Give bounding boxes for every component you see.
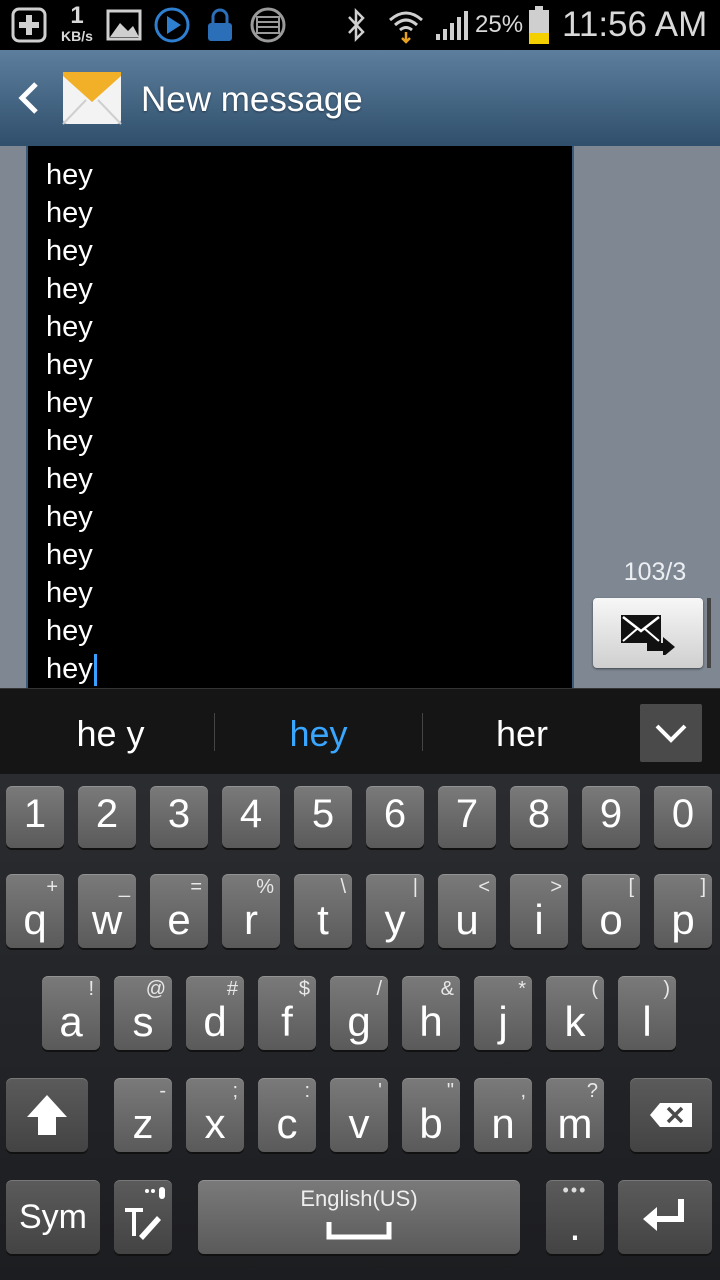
key-k[interactable]: (k — [546, 976, 604, 1050]
key-2[interactable]: 2 — [78, 786, 136, 848]
key-i[interactable]: > i — [510, 874, 568, 948]
text-line: hey — [46, 159, 93, 191]
text-input-mode-icon — [125, 1187, 165, 1240]
key-o[interactable]: [o — [582, 874, 640, 948]
key-v[interactable]: ' v — [330, 1078, 388, 1152]
key-l[interactable]: ) l — [618, 976, 676, 1050]
text-line: hey — [46, 463, 93, 495]
key-p[interactable]: ] p — [654, 874, 712, 948]
text-line: hey — [46, 273, 93, 305]
text-line: hey — [46, 387, 93, 419]
key-t[interactable]: \ t — [294, 874, 352, 948]
shift-key[interactable] — [6, 1078, 88, 1152]
key-j[interactable]: * j — [474, 976, 532, 1050]
enter-key[interactable] — [618, 1180, 712, 1254]
key-e[interactable]: = e — [150, 874, 208, 948]
send-mms-icon — [621, 615, 675, 655]
key-b[interactable]: " b — [402, 1078, 460, 1152]
suggestion-left[interactable]: he y — [8, 689, 213, 775]
period-key[interactable]: ••• . — [546, 1180, 604, 1254]
key-4[interactable]: 4 — [222, 786, 280, 848]
shift-arrow-icon — [27, 1095, 67, 1135]
battery-icon — [526, 6, 552, 44]
backspace-icon — [650, 1103, 692, 1127]
key-9[interactable]: 9 — [582, 786, 640, 848]
text-line: hey — [46, 653, 93, 685]
chevron-down-icon — [655, 724, 687, 743]
enter-icon — [643, 1199, 684, 1231]
back-arrow-icon[interactable] — [14, 80, 44, 116]
key-6[interactable]: 6 — [366, 786, 424, 848]
key-y[interactable]: | y — [366, 874, 424, 948]
key-q[interactable]: + q — [6, 874, 64, 948]
battery-percent: 25% — [475, 11, 524, 38]
text-cursor — [93, 654, 97, 687]
send-button[interactable] — [593, 598, 703, 668]
status-bar: 1 KB/s 25% 11:56 AM — [0, 0, 720, 50]
key-3[interactable]: 3 — [150, 786, 208, 848]
action-bar: New message — [0, 50, 720, 146]
data-rate-indicator: 1 KB/s — [61, 2, 93, 45]
backspace-key[interactable] — [630, 1078, 712, 1152]
language-label: English(US) — [300, 1186, 418, 1211]
add-icon — [10, 6, 48, 44]
key-8[interactable]: 8 — [510, 786, 568, 848]
key-z[interactable]: -z — [114, 1078, 172, 1152]
compose-area: hey hey hey hey hey hey hey hey hey hey … — [0, 146, 720, 688]
suggestion-center[interactable]: hey — [216, 689, 421, 775]
text-line: hey — [46, 615, 93, 647]
more-dots: ••• — [562, 1180, 588, 1200]
wifi-icon — [386, 6, 426, 44]
text-line: hey — [46, 577, 93, 609]
handwriting-key[interactable] — [114, 1180, 172, 1254]
character-counter: 103/3 — [623, 558, 687, 586]
text-line: hey — [46, 235, 93, 267]
bluetooth-icon — [342, 6, 372, 44]
divider — [422, 713, 423, 751]
key-w[interactable]: _ w — [78, 874, 136, 948]
page-title: New message — [141, 80, 363, 119]
text-line: hey — [46, 501, 93, 533]
space-key[interactable]: English(US) — [198, 1180, 520, 1254]
key-x[interactable]: ; x — [186, 1078, 244, 1152]
key-c[interactable]: :c — [258, 1078, 316, 1152]
key-7[interactable]: 7 — [438, 786, 496, 848]
sym-key[interactable]: Sym — [6, 1180, 100, 1254]
message-input[interactable]: hey hey hey hey hey hey hey hey hey hey … — [26, 146, 574, 688]
text-line-last: hey — [46, 650, 97, 688]
text-line: hey — [46, 425, 93, 457]
text-line: hey — [46, 539, 93, 571]
key-5[interactable]: 5 — [294, 786, 352, 848]
suggestion-bar: he y hey her — [0, 688, 720, 775]
envelope-icon — [62, 68, 122, 128]
play-icon — [152, 6, 192, 44]
text-line: hey — [46, 197, 93, 229]
key-a[interactable]: ! a — [42, 976, 100, 1050]
divider — [214, 713, 215, 751]
key-m[interactable]: ? m — [546, 1078, 604, 1152]
text-line: hey — [46, 311, 93, 343]
text-line: hey — [46, 349, 93, 381]
key-s[interactable]: @ s — [114, 976, 172, 1050]
key-0[interactable]: 0 — [654, 786, 712, 848]
key-u[interactable]: < u — [438, 874, 496, 948]
key-n[interactable]: ,n — [474, 1078, 532, 1152]
space-bar-icon — [326, 1222, 392, 1240]
keyboard: 1 2 3 4 5 6 7 8 9 0 + q _ w = e % r \ t | y < u… — [0, 774, 720, 1280]
key-d[interactable]: # d — [186, 976, 244, 1050]
storage-icon — [248, 6, 288, 44]
key-g[interactable]: / g — [330, 976, 388, 1050]
key-1[interactable]: 1 — [6, 786, 64, 848]
lock-icon — [202, 6, 238, 44]
suggestion-right[interactable]: her — [424, 689, 620, 775]
scrollbar[interactable] — [707, 598, 711, 668]
image-icon — [104, 6, 144, 44]
key-f[interactable]: $ f — [258, 976, 316, 1050]
key-h[interactable]: & h — [402, 976, 460, 1050]
key-r[interactable]: % r — [222, 874, 280, 948]
collapse-suggestions-button[interactable] — [640, 704, 702, 762]
message-text[interactable]: hey hey hey hey hey hey hey hey hey hey … — [46, 156, 97, 688]
signal-icon — [432, 6, 472, 44]
clock: 11:56 AM — [562, 5, 708, 44]
